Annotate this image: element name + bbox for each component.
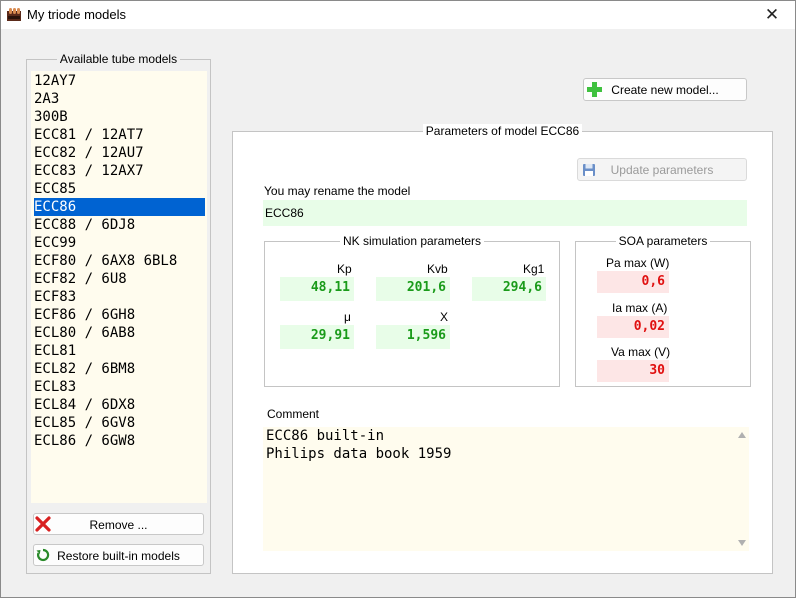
mu-field[interactable]: 29,91 — [280, 325, 354, 349]
create-new-model-label: Create new model... — [611, 83, 719, 97]
list-item[interactable]: 2A3 — [34, 90, 205, 108]
list-item[interactable]: ECC81 / 12AT7 — [34, 126, 205, 144]
list-item[interactable]: ECL80 / 6AB8 — [34, 324, 205, 342]
parameters-title: Parameters of model ECC86 — [422, 124, 583, 138]
create-new-model-button[interactable]: Create new model... — [583, 78, 747, 101]
comment-scrollbar[interactable] — [735, 427, 749, 551]
list-item[interactable]: ECL85 / 6GV8 — [34, 414, 205, 432]
model-name-input[interactable] — [263, 200, 747, 226]
close-button[interactable]: ✕ — [749, 1, 795, 29]
list-item[interactable]: ECL81 — [34, 342, 205, 360]
list-item[interactable]: ECF83 — [34, 288, 205, 306]
triode-models-window: My triode models ✕ Available tube models… — [0, 0, 796, 598]
list-item[interactable]: ECL82 / 6BM8 — [34, 360, 205, 378]
va-max-field[interactable]: 30 — [597, 360, 669, 382]
kvb-field[interactable]: 201,6 — [376, 277, 450, 301]
remove-button[interactable]: Remove ... — [33, 513, 204, 535]
nk-parameters-group: NK simulation parameters — [264, 234, 560, 387]
nk-parameters-title: NK simulation parameters — [339, 234, 485, 248]
window-title: My triode models — [27, 7, 126, 22]
list-item[interactable]: ECL83 — [34, 378, 205, 396]
ia-max-label: Ia max (A) — [612, 301, 668, 315]
tube-app-icon — [7, 8, 21, 21]
kg1-field[interactable]: 294,6 — [472, 277, 546, 301]
va-max-label: Va max (V) — [611, 345, 671, 359]
comment-text: ECC86 built-in Philips data book 1959 — [266, 428, 452, 462]
scroll-down-arrow-icon[interactable] — [738, 540, 746, 546]
title-bar: My triode models ✕ — [1, 1, 795, 29]
list-item[interactable]: ECL86 / 6GW8 — [34, 432, 205, 450]
kp-label: Kp — [337, 262, 352, 276]
restore-builtin-button[interactable]: Restore built-in models — [33, 544, 204, 566]
x-label: X — [440, 310, 449, 324]
close-icon: ✕ — [764, 5, 780, 24]
pa-max-field[interactable]: 0,6 — [597, 271, 669, 293]
update-parameters-label: Update parameters — [610, 163, 714, 177]
soa-parameters-title: SOA parameters — [615, 234, 711, 248]
mu-label: μ — [344, 310, 351, 324]
remove-label: Remove ... — [89, 518, 148, 532]
available-models-title: Available tube models — [56, 52, 181, 66]
list-item[interactable]: ECC83 / 12AX7 — [34, 162, 205, 180]
scroll-up-arrow-icon[interactable] — [738, 432, 746, 438]
comment-textarea[interactable]: ECC86 built-in Philips data book 1959 — [263, 427, 749, 551]
ia-max-field[interactable]: 0,02 — [597, 316, 669, 338]
list-item[interactable]: ECC82 / 12AU7 — [34, 144, 205, 162]
update-parameters-button[interactable]: Update parameters — [577, 158, 747, 181]
list-item[interactable]: ECF80 / 6AX8 6BL8 — [34, 252, 205, 270]
list-item[interactable]: ECL84 / 6DX8 — [34, 396, 205, 414]
kp-field[interactable]: 48,11 — [280, 277, 354, 301]
pa-max-label: Pa max (W) — [606, 256, 670, 270]
list-item[interactable]: 300B — [34, 108, 205, 126]
kvb-label: Kvb — [427, 262, 448, 276]
list-item[interactable]: ECF86 / 6GH8 — [34, 306, 205, 324]
restore-label: Restore built-in models — [57, 549, 180, 563]
list-item[interactable]: ECC99 — [34, 234, 205, 252]
models-listbox[interactable]: 12AY7 2A3 300B ECC81 / 12AT7 ECC82 / 12AU7 EC… — [31, 71, 207, 503]
list-item[interactable]: ECC86 — [34, 198, 205, 216]
comment-label: Comment — [267, 407, 320, 421]
rename-label: You may rename the model — [264, 184, 411, 198]
list-item[interactable]: ECF82 / 6U8 — [34, 270, 205, 288]
list-item[interactable]: 12AY7 — [34, 72, 205, 90]
list-item[interactable]: ECC88 / 6DJ8 — [34, 216, 205, 234]
kg1-label: Kg1 — [523, 262, 545, 276]
list-item[interactable]: ECC85 — [34, 180, 205, 198]
x-field[interactable]: 1,596 — [376, 325, 450, 349]
